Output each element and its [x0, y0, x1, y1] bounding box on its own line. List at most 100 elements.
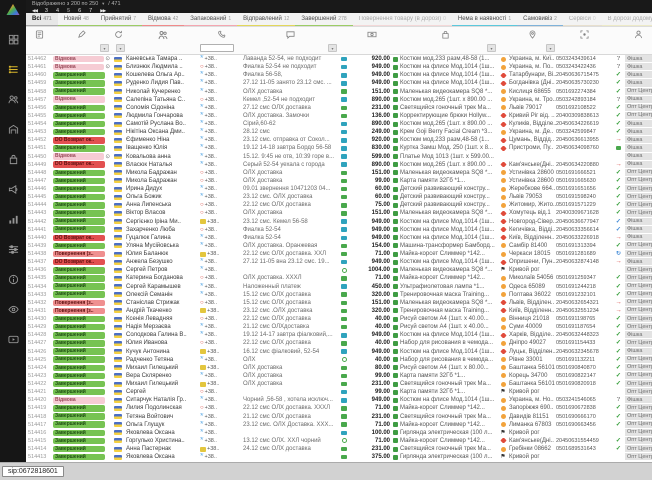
ttn-number[interactable]: 0501691598240 — [556, 193, 612, 201]
customer-name[interactable]: Ковальова анна — [126, 153, 200, 161]
customer-phone[interactable]: *+38.. — [200, 413, 243, 421]
ttn-number[interactable]: 20450632345678 — [556, 348, 612, 356]
column-country-refresh-icon[interactable] — [110, 30, 126, 39]
ttn-number[interactable]: 0501690822147 — [556, 372, 612, 380]
order-row[interactable]: 514420ВідмоваСитарчук Наталія Гр..*+38..… — [26, 396, 652, 404]
order-status[interactable]: Відмова — [52, 96, 110, 103]
order-status[interactable]: Відмова — [52, 397, 110, 404]
order-status[interactable]: Завершений — [52, 218, 110, 225]
ttn-number[interactable]: 20450632874148 — [556, 258, 612, 266]
order-status[interactable]: Повернення (з.. — [52, 300, 110, 307]
customer-phone[interactable]: ○+38.. — [200, 201, 243, 209]
order-row[interactable]: 514434ЗавершенийСергей Карамышев*+38..На… — [26, 283, 652, 291]
order-status[interactable]: Завершений — [52, 80, 110, 87]
ttn-number[interactable]: 20450636613955 — [556, 136, 612, 144]
warehouse-icon[interactable] — [8, 124, 19, 135]
customer-phone[interactable]: ○+38.. — [200, 339, 243, 347]
ttn-number[interactable]: 0501691666521 — [556, 169, 612, 177]
announcements-icon[interactable] — [8, 184, 19, 195]
order-row[interactable]: 514443ЗавершенийВіктор Власов○+38..ОЛХ д… — [26, 209, 652, 217]
tab-Завершений[interactable]: Завершений278 — [295, 13, 352, 27]
customer-phone[interactable]: *+38.. — [200, 266, 243, 274]
customer-phone[interactable]: +38.. — [200, 250, 243, 258]
order-row[interactable]: 514413ЗавершенийЯковлева Оксана*+38..375… — [26, 453, 652, 461]
customer-phone[interactable]: *+38.. — [200, 104, 243, 112]
ttn-number[interactable]: 0503243422436 — [556, 63, 612, 71]
customer-phone[interactable]: ○+38.. — [200, 315, 243, 323]
order-status[interactable]: Завершений — [52, 332, 110, 339]
ttn-number[interactable]: 20450632448323 — [556, 331, 612, 339]
column-address-pin-icon[interactable] — [509, 30, 556, 39]
column-phone-icon[interactable] — [200, 30, 243, 39]
order-row[interactable]: 514425ЗавершенийРадченко Тетяна*+38..ОЛХ… — [26, 356, 652, 364]
customer-name[interactable]: Близнюк Людмила .. — [126, 63, 200, 71]
info-icon[interactable] — [8, 274, 19, 285]
order-row[interactable]: 514455ЗавершенийЛюдмила Гончарова*+38..О… — [26, 112, 652, 120]
customer-phone[interactable]: *+38.. — [200, 112, 243, 120]
ttn-number[interactable]: 0501691665630 — [556, 177, 612, 185]
order-status[interactable]: Завершений — [52, 340, 110, 347]
order-status[interactable]: Завершений — [52, 356, 110, 363]
customer-phone[interactable]: ○+38.. — [200, 63, 243, 71]
order-row[interactable]: 514431Повернення (з..Андрій Ткаченко+38.… — [26, 307, 652, 315]
ttn-number[interactable]: 0501691259347 — [556, 274, 612, 282]
tab-Сервіси[interactable]: Сервіси0 — [563, 13, 602, 27]
order-row[interactable]: 514450Відмова⊙Ковальова анна*+38..15.12.… — [26, 153, 652, 161]
customer-phone[interactable]: *+38.. — [200, 437, 243, 445]
customer-name[interactable]: Анна Пастернак — [126, 445, 200, 453]
video-icon[interactable] — [8, 334, 19, 345]
order-status[interactable]: Завершений — [52, 316, 110, 323]
order-row[interactable]: 514435ЗавершенийКатерина Богданова○+38..… — [26, 274, 652, 282]
customer-phone[interactable]: *+38.. — [200, 128, 243, 136]
order-row[interactable]: 514416ЗавершенийЯковлева Оксана*+38..100… — [26, 429, 652, 437]
order-row[interactable]: 514433ЗавершенийОлексій Семанін*+38..15.… — [26, 291, 652, 299]
customer-name[interactable]: Кошелева Ольга Ар.. — [126, 71, 200, 79]
analytics-icon[interactable] — [8, 214, 19, 225]
customer-name[interactable]: Уляна Мусійовська — [126, 242, 200, 250]
customer-phone[interactable]: *+38.. — [200, 396, 243, 404]
column-ttn-scan-icon[interactable] — [556, 30, 612, 39]
column-total-money-icon[interactable] — [350, 30, 393, 39]
customer-name[interactable]: Сергей Петров — [126, 266, 200, 274]
purchases-bag-icon[interactable] — [8, 154, 19, 165]
customer-name[interactable]: Надія Мерзаєва — [126, 323, 200, 331]
order-row[interactable]: 514423ЗавершенийВера Скляренко*+38..ОЛХ … — [26, 372, 652, 380]
order-row[interactable]: 514418ЗавершенийТетяна Войтович*+38..21.… — [26, 413, 652, 421]
customer-name[interactable]: Власюк Наталья — [126, 161, 200, 169]
customer-name[interactable]: Кучук Антонина — [126, 348, 200, 356]
order-status[interactable]: Завершений — [52, 373, 110, 380]
order-row[interactable]: 514427ЗавершенийЮлия Иванова○+38..22.12 … — [26, 339, 652, 347]
customer-name[interactable]: Олексій Семанін — [126, 291, 200, 299]
order-status[interactable]: Завершений — [52, 113, 110, 120]
customer-name[interactable]: Гуцалюк Галина — [126, 234, 200, 242]
column-status-pencil-icon[interactable] — [52, 30, 110, 39]
tab-В дорозі додому[interactable]: В дорозі додому0 — [602, 13, 652, 27]
ttn-number[interactable]: 0501689531643 — [556, 445, 612, 453]
order-row[interactable]: 514447ЗавершенийМикола Бадражан○+38..ОЛХ… — [26, 177, 652, 185]
ttn-number[interactable]: 20450631554459 — [556, 437, 612, 445]
customer-name[interactable]: Сергей Карамышев — [126, 283, 200, 291]
tab-Відправлений[interactable]: Відправлений12 — [237, 13, 295, 27]
customer-name[interactable]: Микола Бадражан — [126, 169, 200, 177]
customer-phone[interactable]: *+38.. — [200, 144, 243, 152]
column-comment-chat-icon[interactable] — [243, 30, 338, 39]
order-row[interactable]: 514442ЗавершенийСергієнко Іріна Ми..+38.… — [26, 218, 652, 226]
order-row[interactable]: 514428ЗавершенийСолодкова Галина В..*+38… — [26, 331, 652, 339]
customer-phone[interactable]: *+38.. — [200, 136, 243, 144]
customer-name[interactable]: Яковлева Оксана — [126, 453, 200, 461]
order-row[interactable]: 514421ЗавершенийСергей○+38..99.00Карта п… — [26, 388, 652, 396]
column-product-bag-icon[interactable] — [393, 30, 497, 39]
customer-phone[interactable]: *+38.. — [200, 79, 243, 87]
order-status[interactable]: Відмова⊙ — [52, 64, 110, 71]
customer-phone[interactable]: *+38.. — [200, 283, 243, 291]
customer-name[interactable]: Анжела Безушко — [126, 258, 200, 266]
order-status[interactable]: Завершений — [52, 267, 110, 274]
order-row[interactable]: 514458ЗавершенийНиколай Кучеренко*+38..О… — [26, 88, 652, 96]
order-status[interactable]: Завершений — [52, 178, 110, 185]
tab-Новий[interactable]: Новий48 — [58, 13, 95, 27]
phone-filter-input[interactable] — [200, 44, 234, 52]
customer-phone[interactable]: *+38.. — [200, 331, 243, 339]
order-row[interactable]: 514422ЗавершенийМихаил Гилецький+38..ОЛХ… — [26, 380, 652, 388]
order-status[interactable]: Завершений — [52, 413, 110, 420]
eye-icon[interactable] — [8, 304, 19, 315]
